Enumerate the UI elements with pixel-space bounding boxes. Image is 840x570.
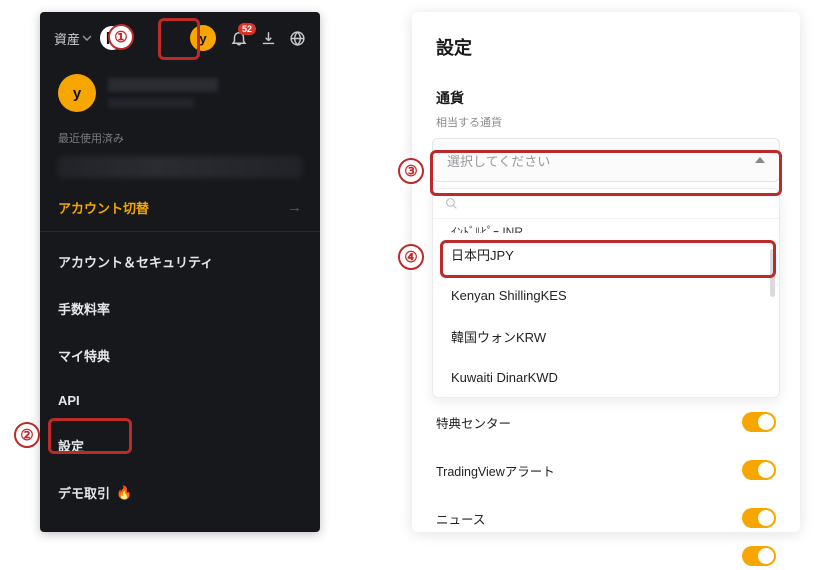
- toggle-row-tradingview: TradingViewアラート: [412, 446, 800, 494]
- dropdown-item-clipped[interactable]: ｲﾝﾄﾞﾙﾋﾟｰ INR: [433, 219, 779, 233]
- recent-redacted: [58, 156, 302, 178]
- chevron-down-icon: [82, 33, 92, 43]
- toggle-label: 特典センター: [436, 413, 511, 432]
- menu-rewards[interactable]: マイ特典: [40, 332, 320, 379]
- account-switcher[interactable]: アカウント切替 →: [40, 188, 320, 232]
- menu-account-security[interactable]: アカウント＆セキュリティ: [40, 238, 320, 285]
- download-icon[interactable]: [260, 30, 277, 47]
- avatar-letter: y: [199, 31, 206, 46]
- account-drawer: 資産 y 52 y: [40, 12, 320, 532]
- marker-1: ①: [108, 24, 134, 50]
- settings-panel: 設定 通貨 相当する通貨 選択してください ｲﾝﾄﾞﾙﾋﾟｰ INR 日本円JP…: [412, 12, 800, 532]
- toggle-switch[interactable]: [742, 460, 776, 480]
- chevron-right-icon: →: [287, 199, 302, 216]
- assets-dropdown[interactable]: 資産: [54, 29, 92, 48]
- toggle-row-news: ニュース: [412, 494, 800, 542]
- toggle-row-rewards-center: 特典センター: [412, 398, 800, 446]
- dropdown-item-jpy[interactable]: 日本円JPY: [433, 233, 779, 276]
- search-icon: [445, 197, 458, 210]
- marker-3: ③: [398, 158, 424, 184]
- flame-icon: 🔥: [116, 485, 132, 501]
- select-placeholder: 選択してください: [447, 151, 550, 170]
- assets-label: 資産: [54, 29, 80, 48]
- avatar-large: y: [58, 74, 96, 112]
- currency-heading: 通貨: [412, 70, 800, 110]
- notification-badge: 52: [238, 23, 256, 35]
- menu-api[interactable]: API: [40, 379, 320, 422]
- avatar-small[interactable]: y: [190, 25, 216, 51]
- toggle-switch[interactable]: [742, 546, 776, 566]
- recent-label: 最近使用済み: [40, 118, 320, 152]
- currency-select[interactable]: 選択してください: [432, 138, 780, 182]
- menu-settings[interactable]: 設定: [40, 422, 320, 469]
- marker-4: ④: [398, 244, 424, 270]
- toggle-switch[interactable]: [742, 412, 776, 432]
- profile-text: [108, 78, 218, 108]
- toggle-label: TradingViewアラート: [436, 461, 555, 480]
- profile-block[interactable]: y: [40, 64, 320, 118]
- toggle-label: ニュース: [436, 509, 485, 528]
- currency-helper: 相当する通貨: [412, 110, 800, 138]
- triangle-up-icon: [755, 157, 765, 163]
- drawer-menu: アカウント＆セキュリティ 手数料率 マイ特典 API 設定 デモ取引 🔥: [40, 232, 320, 522]
- toggle-row-partial: [412, 542, 800, 570]
- userid-redacted: [108, 98, 194, 108]
- marker-2: ②: [14, 422, 40, 448]
- toggle-switch[interactable]: [742, 508, 776, 528]
- drawer-header: 資産 y 52: [40, 12, 320, 64]
- username-redacted: [108, 78, 218, 92]
- account-switcher-label: アカウント切替: [58, 198, 149, 217]
- globe-icon[interactable]: [289, 30, 306, 47]
- scrollbar-thumb[interactable]: [770, 249, 775, 297]
- dropdown-item-kwd[interactable]: Kuwaiti DinarKWD: [433, 358, 779, 397]
- menu-fees[interactable]: 手数料率: [40, 285, 320, 332]
- menu-demo-trading[interactable]: デモ取引 🔥: [40, 469, 320, 516]
- dropdown-search[interactable]: [433, 189, 779, 219]
- dropdown-item-kes[interactable]: Kenyan ShillingKES: [433, 276, 779, 315]
- dropdown-item-krw[interactable]: 韓国ウォンKRW: [433, 315, 779, 358]
- bell-icon[interactable]: 52: [230, 29, 248, 47]
- header-icon-group: 52: [230, 29, 306, 47]
- currency-dropdown: ｲﾝﾄﾞﾙﾋﾟｰ INR 日本円JPY Kenyan ShillingKES 韓…: [432, 188, 780, 398]
- page-title: 設定: [412, 12, 800, 70]
